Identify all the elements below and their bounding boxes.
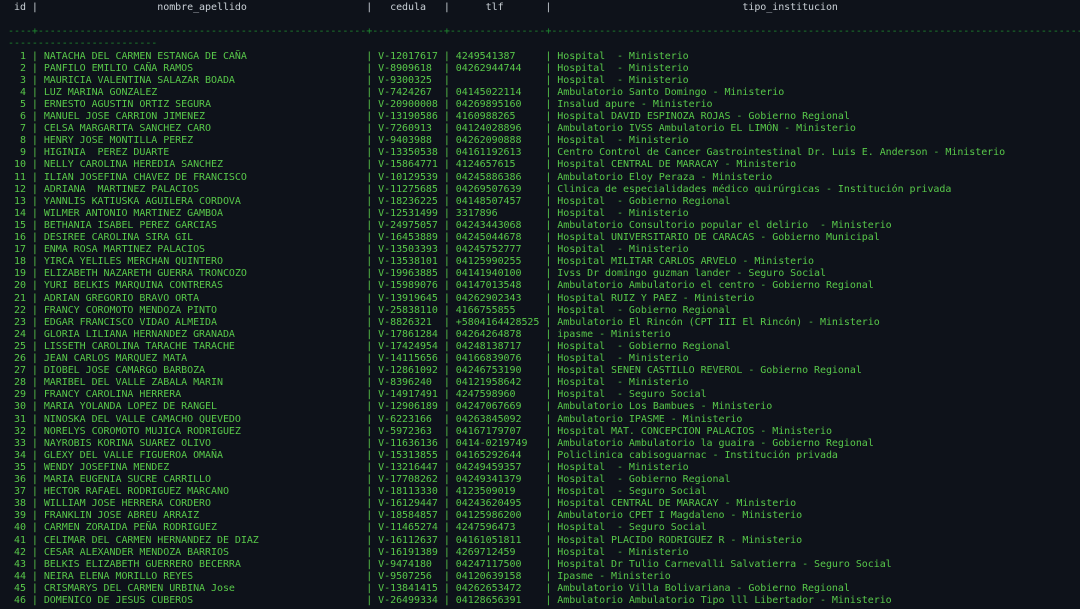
table-row: 1 | NATACHA DEL CARMEN ESTANGA DE CAÑA |… — [8, 50, 689, 62]
table-row: 43 | BELKIS ELIZABETH GUERRERO BECERRA |… — [8, 558, 892, 570]
table-row: 40 | CARMEN ZORAIDA PEÑA RODRIGUEZ | V-1… — [8, 522, 707, 534]
table-row: 39 | FRANKLIN JOSE ABREU ARRAIZ | V-1858… — [8, 510, 803, 522]
table-row: 3 | MAURICIA VALENTINA SALAZAR BOADA | V… — [8, 74, 689, 86]
table-separator-wrap: ------------------------- — [8, 38, 158, 49]
table-row: 17 | ENMA ROSA MARTINEZ PALACIOS | V-135… — [8, 244, 689, 256]
table-row: 26 | JEAN CARLOS MARQUEZ MATA | V-141156… — [8, 353, 689, 364]
table-row: 35 | WENDY JOSEFINA MENDEZ | V-13216447 … — [8, 461, 689, 473]
table-row: 28 | MARIBEL DEL VALLE ZABALA MARIN | V-… — [8, 377, 689, 389]
table-row: 12 | ADRIANA MARTINEZ PALACIOS | V-11275… — [8, 183, 952, 195]
table-header: id | nombre_apellido | cedula | tlf | ti… — [8, 2, 1029, 13]
table-row: 42 | CESAR ALEXANDER MENDOZA BARRIOS | V… — [8, 546, 689, 558]
table-row: 23 | EDGAR FRANCISCO VIDAO ALMEIDA | V-8… — [8, 316, 880, 328]
table-row: 29 | FRANCY CAROLINA HERRERA | V-1491749… — [8, 389, 707, 401]
table-row: 33 | NAYROBIS KORINA SUAREZ OLIVO | V-11… — [8, 437, 874, 449]
table-row: 14 | WILMER ANTONIO MARTINEZ GAMBOA | V-… — [8, 207, 689, 219]
table-row: 10 | NELLY CAROLINA HEREDIA SANCHEZ | V-… — [8, 159, 797, 171]
table-row: 19 | ELIZABETH NAZARETH GUERRA TRONCOZO … — [8, 268, 826, 280]
table-row: 25 | LISSETH CAROLINA TARACHE TARACHE | … — [8, 340, 731, 352]
table-row: 46 | DOMENICO DE JESUS CUBEROS | V-26499… — [8, 595, 892, 606]
terminal-window[interactable]: id | nombre_apellido | cedula | tlf | ti… — [0, 0, 1080, 609]
table-row: 45 | CRISMARYS DEL CARMEN URBINA Jose | … — [8, 582, 850, 594]
table-row: 20 | YURI BELKIS MARQUINA CONTRERAS | V-… — [8, 280, 874, 292]
table-separator: ----+-----------------------------------… — [8, 26, 1080, 37]
table-row: 7 | CELSA MARGARITA SANCHEZ CARO | V-726… — [8, 123, 856, 135]
table-row: 31 | NINOSKA DEL VALLE CAMACHO QUEVEDO |… — [8, 413, 743, 425]
table-row: 36 | MARIA EUGENIA SUCRE CARRILLO | V-17… — [8, 474, 731, 485]
table-row: 21 | ADRIAN GREGORIO BRAVO ORTA | V-1391… — [8, 292, 755, 304]
table-row: 41 | CELIMAR DEL CARMEN HERNANDEZ DE DIA… — [8, 534, 803, 546]
table-row: 30 | MARIA YOLANDA LOPEZ DE RANGEL | V-1… — [8, 401, 773, 413]
table-row: 38 | WILLIAM JOSE HERRERA CORDERO | V-16… — [8, 498, 797, 510]
table-row: 24 | GLORIA LILIANA HERNANDEZ GRANADA | … — [8, 328, 671, 340]
table-row: 16 | DESIREE CAROLINA SIRA GIL | V-16453… — [8, 232, 880, 243]
table-row: 34 | GLEXY DEL VALLE FIGUEROA OMAÑA | V-… — [8, 449, 838, 461]
table-row: 6 | MANUEL JOSE CARRION JIMENEZ | V-1319… — [8, 111, 850, 122]
table-row: 8 | HENRY JOSE MONTILLA PEREZ | V-940398… — [8, 135, 689, 147]
table-row: 37 | HECTOR RAFAEL RODRIGUEZ MARCANO | V… — [8, 486, 707, 498]
table-row: 9 | HIGINIA PEREZ DUARTE | V-13350538 | … — [8, 147, 1006, 159]
table-row: 22 | FRANCY COROMOTO MENDOZA PINTO | V-2… — [8, 304, 731, 316]
table-row: 44 | NEIRA ELENA MORILLO REYES | V-95072… — [8, 570, 671, 582]
table-row: 13 | YANNLIS KATIUSKA AGUILERA CORDOVA |… — [8, 195, 731, 207]
table-row: 32 | NORELYS COROMOTO MUJICA RODRIGUEZ |… — [8, 425, 832, 437]
table-row: 15 | BETHANIA ISABEL PEREZ GARCIAS | V-2… — [8, 219, 892, 231]
table-row: 2 | PANFILO EMILIO CAÑA RAMOS | V-890961… — [8, 62, 689, 74]
table-row: 11 | ILIAN JOSEFINA CHAVEZ DE FRANCISCO … — [8, 171, 773, 183]
table-row: 27 | DIOBEL JOSE CAMARGO BARBOZA | V-128… — [8, 365, 862, 377]
table-row: 5 | ERNESTO AGUSTIN ORTIZ SEGURA | V-209… — [8, 98, 713, 110]
table-row: 4 | LUZ MARINA GONZALEZ | V-7424267 | 04… — [8, 86, 785, 98]
table-row: 18 | YIRCA YELILES MERCHAN QUINTERO | V-… — [8, 256, 815, 268]
